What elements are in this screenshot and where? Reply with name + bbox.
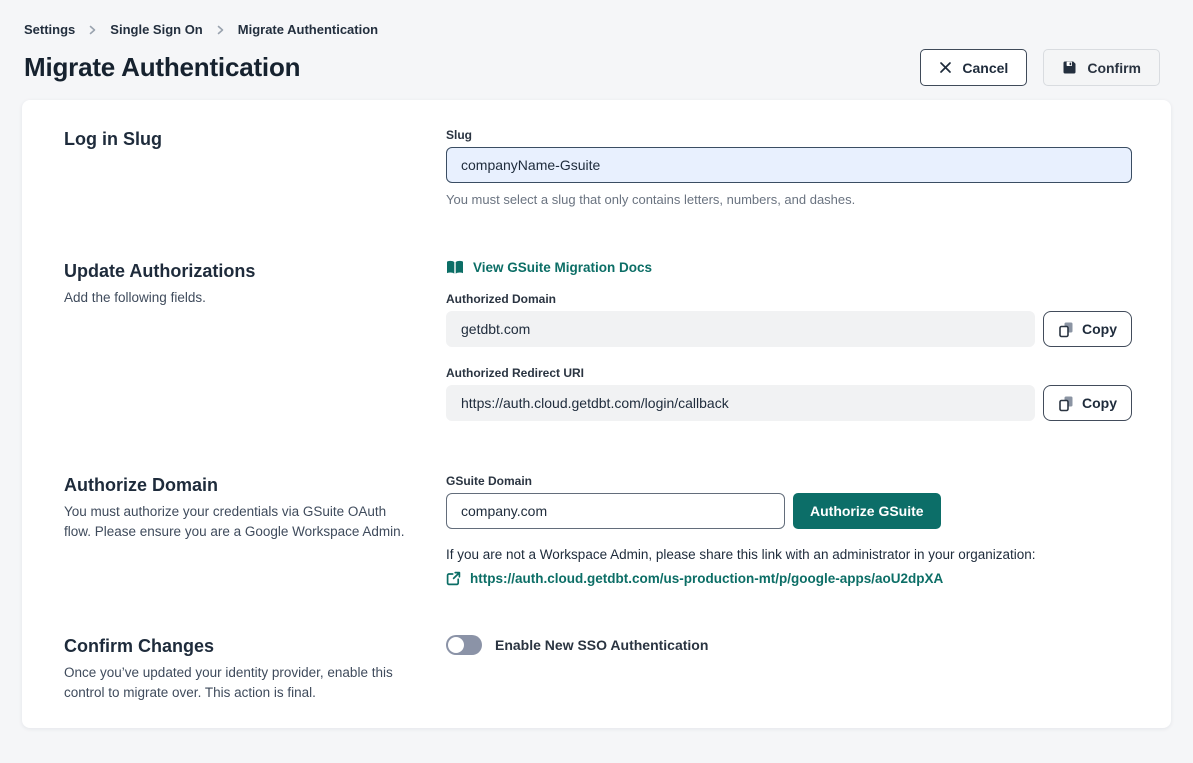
confirm-button[interactable]: Confirm: [1043, 49, 1160, 86]
close-icon: [939, 61, 952, 74]
chevron-right-icon: [216, 25, 225, 35]
page-title: Migrate Authentication: [24, 52, 300, 83]
breadcrumb-migrate-authentication: Migrate Authentication: [238, 22, 378, 37]
enable-sso-toggle[interactable]: [446, 635, 482, 655]
slug-input[interactable]: [446, 147, 1132, 183]
authorized-domain-label: Authorized Domain: [446, 292, 1132, 306]
toggle-knob: [448, 637, 464, 653]
authorized-domain-input[interactable]: [446, 311, 1035, 347]
section-heading-login-slug: Log in Slug: [64, 128, 446, 150]
authorized-redirect-uri-label: Authorized Redirect URI: [446, 366, 1132, 380]
confirm-button-label: Confirm: [1087, 60, 1141, 76]
slug-field-label: Slug: [446, 128, 1132, 142]
section-confirm-changes: Confirm Changes Once you’ve updated your…: [64, 635, 1132, 703]
gsuite-domain-label: GSuite Domain: [446, 474, 1132, 488]
copy-button-label: Copy: [1082, 321, 1117, 337]
authorize-gsuite-button-label: Authorize GSuite: [810, 503, 924, 519]
enable-sso-toggle-label: Enable New SSO Authentication: [495, 637, 708, 653]
slug-helper-text: You must select a slug that only contain…: [446, 192, 1132, 207]
book-icon: [446, 260, 464, 275]
gsuite-migration-docs-link-label: View GSuite Migration Docs: [473, 260, 652, 275]
header-actions: Cancel Confirm: [920, 49, 1160, 86]
section-heading-update-authorizations: Update Authorizations: [64, 260, 446, 282]
cancel-button[interactable]: Cancel: [920, 49, 1027, 86]
breadcrumb: Settings Single Sign On Migrate Authenti…: [24, 22, 1160, 37]
section-update-authorizations: Update Authorizations Add the following …: [64, 260, 1132, 421]
chevron-right-icon: [88, 25, 97, 35]
copy-icon: [1058, 321, 1074, 338]
workspace-admin-note: If you are not a Workspace Admin, please…: [446, 546, 1132, 564]
section-authorize-domain: Authorize Domain You must authorize your…: [64, 474, 1132, 586]
save-icon: [1062, 60, 1077, 75]
section-desc-authorize-domain: You must authorize your credentials via …: [64, 502, 409, 542]
section-desc-update-authorizations: Add the following fields.: [64, 288, 409, 308]
copy-icon: [1058, 395, 1074, 412]
breadcrumb-single-sign-on[interactable]: Single Sign On: [110, 22, 202, 37]
section-heading-authorize-domain: Authorize Domain: [64, 474, 446, 496]
section-heading-confirm-changes: Confirm Changes: [64, 635, 446, 657]
authorized-domain-field: Authorized Domain Copy: [446, 292, 1132, 347]
page-header: Settings Single Sign On Migrate Authenti…: [0, 0, 1193, 86]
settings-card: Log in Slug Slug You must select a slug …: [22, 100, 1171, 728]
section-desc-confirm-changes: Once you’ve updated your identity provid…: [64, 663, 394, 703]
authorize-gsuite-button[interactable]: Authorize GSuite: [793, 493, 941, 529]
copy-redirect-uri-button[interactable]: Copy: [1043, 385, 1132, 421]
cancel-button-label: Cancel: [962, 60, 1008, 76]
breadcrumb-settings[interactable]: Settings: [24, 22, 75, 37]
authorized-redirect-uri-input[interactable]: [446, 385, 1035, 421]
copy-authorized-domain-button[interactable]: Copy: [1043, 311, 1132, 347]
copy-button-label: Copy: [1082, 395, 1117, 411]
admin-share-link[interactable]: https://auth.cloud.getdbt.com/us-product…: [470, 571, 943, 586]
external-link-icon: [446, 571, 461, 586]
gsuite-migration-docs-link[interactable]: View GSuite Migration Docs: [446, 260, 652, 275]
section-login-slug: Log in Slug Slug You must select a slug …: [64, 128, 1132, 207]
gsuite-domain-input[interactable]: [446, 493, 785, 529]
authorized-redirect-uri-field: Authorized Redirect URI Copy: [446, 366, 1132, 421]
